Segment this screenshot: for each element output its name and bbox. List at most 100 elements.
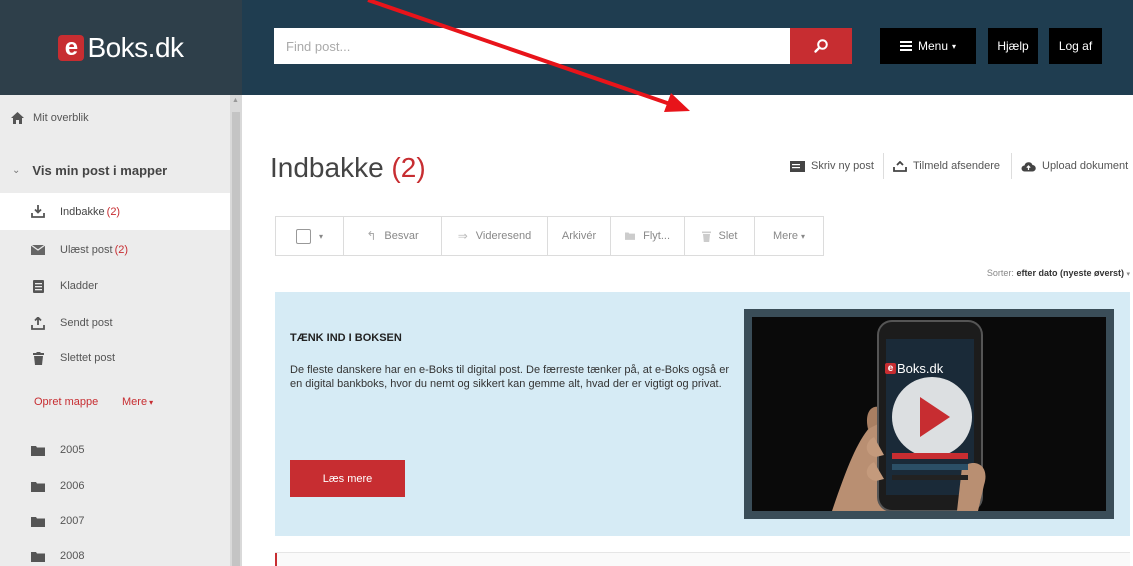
logout-button[interactable]: Log af (1049, 28, 1102, 64)
subscribe-label: Tilmeld afsendere (913, 160, 1001, 172)
folder-item[interactable]: 2007 (0, 511, 230, 531)
reply-button[interactable]: ↰ Besvar (344, 217, 442, 255)
video-frame[interactable]: e Boks.dk (752, 317, 1106, 511)
sidebar-item-sent[interactable]: Sendt post (0, 311, 230, 335)
folder-item[interactable]: 2006 (0, 476, 230, 496)
video-logo-e: e (885, 363, 896, 374)
message-list-item[interactable] (275, 552, 1130, 566)
move-label: Flyt... (643, 230, 670, 242)
sidebar-item-unread[interactable]: Ulæst post (2) (0, 238, 230, 262)
write-new-post-link[interactable]: Skriv ny post (790, 160, 874, 172)
cloud-upload-icon (1021, 161, 1036, 171)
search-icon (814, 39, 828, 53)
compose-icon (790, 160, 805, 172)
folder-item[interactable]: 2008 (0, 546, 230, 566)
logo-e-mark: e (58, 34, 85, 61)
search-input[interactable] (274, 28, 790, 64)
hamburger-icon (899, 41, 912, 51)
sidebar-item-label: Slettet post (60, 352, 116, 364)
logout-label: Log af (1058, 39, 1093, 53)
upload-label: Upload dokument (1042, 160, 1129, 172)
sort-label: Sorter: (986, 268, 1014, 278)
sort-dropdown[interactable]: Sorter: efter dato (nyeste øverst) ▾ (900, 268, 1130, 278)
folder-label: 2008 (60, 550, 85, 562)
forward-arrow-icon: ⇒ (457, 229, 468, 243)
create-folder-link[interactable]: Opret mappe (34, 396, 98, 408)
banner-text: De fleste danskere har en e-Boks til dig… (290, 364, 729, 390)
delete-button[interactable]: Slet (685, 217, 755, 255)
more-label: Mere (772, 230, 799, 242)
unread-marker (275, 553, 277, 566)
search-button[interactable] (790, 28, 852, 64)
folder-label: 2006 (60, 480, 85, 492)
logo-area[interactable]: e Boks.dk (0, 0, 242, 95)
folder-icon (30, 445, 46, 456)
caret-down-icon: ▾ (801, 231, 806, 241)
create-folder-label: Opret mappe (34, 396, 99, 408)
scroll-up-arrow-icon[interactable]: ▲ (232, 97, 239, 104)
sidebar-item-label: Mit overblik (33, 112, 89, 124)
page-title-text: Indbakke (270, 152, 384, 183)
reply-label: Besvar (384, 230, 419, 242)
unread-count: (2) (106, 205, 121, 218)
forward-button[interactable]: ⇒ Videresend (442, 217, 548, 255)
sidebar-item-label: Indbakke (60, 205, 105, 218)
trash-icon (701, 231, 711, 242)
tray-icon (893, 160, 907, 172)
upload-tray-icon (30, 316, 46, 330)
menu-button[interactable]: Menu ▾ (880, 28, 976, 64)
caret-down-icon: ▾ (318, 231, 323, 241)
sort-value: efter dato (nyeste øverst) (1016, 268, 1124, 278)
delete-label: Slet (718, 230, 738, 242)
unread-count: (2) (114, 244, 129, 256)
reply-icon: ↰ (366, 229, 377, 243)
eboks-logo[interactable]: e Boks.dk (58, 31, 184, 64)
folder-item[interactable]: 2005 (0, 440, 230, 460)
more-folders-link[interactable]: Mere ▾ (122, 396, 153, 408)
video-thumbnail-image (752, 317, 1106, 511)
message-toolbar: ▾ ↰ Besvar ⇒ Videresend Arkivér Flyt... … (275, 216, 824, 256)
folder-icon (30, 516, 46, 527)
sidebar-item-overview[interactable]: Mit overblik (0, 108, 230, 128)
move-button[interactable]: Flyt... (611, 217, 685, 255)
logo-text: Boks.dk (87, 31, 184, 63)
help-label: Hjælp (997, 39, 1029, 53)
divider (883, 153, 884, 179)
select-all-dropdown[interactable]: ▾ (276, 217, 344, 255)
archive-label: Arkivér (561, 230, 597, 242)
select-all-checkbox[interactable] (295, 228, 311, 244)
more-label: Mere (122, 396, 148, 408)
subscribe-senders-link[interactable]: Tilmeld afsendere (893, 160, 1000, 172)
folder-move-icon (625, 232, 636, 240)
sidebar-scroll-thumb[interactable] (232, 112, 240, 566)
sidebar-item-deleted[interactable]: Slettet post (0, 346, 230, 370)
home-icon (9, 112, 25, 124)
caret-down-icon: ▾ (149, 398, 154, 407)
folder-icon (30, 551, 46, 562)
caret-down-icon: ▾ (1126, 271, 1130, 278)
chevron-down-icon: ⌄ (12, 164, 21, 176)
document-icon (30, 279, 46, 293)
sidebar-item-label: Ulæst post (60, 244, 113, 256)
envelope-icon (30, 245, 46, 255)
folder-label: 2007 (60, 515, 85, 527)
sidebar-section-label: Vis min post i mapper (32, 162, 168, 178)
divider (1011, 153, 1012, 179)
trash-icon (30, 351, 46, 365)
forward-label: Videresend (475, 230, 532, 242)
sidebar-item-inbox[interactable]: Indbakke (2) (0, 193, 230, 230)
read-more-button[interactable]: Læs mere (290, 460, 405, 497)
sidebar-item-drafts[interactable]: Kladder (0, 274, 230, 298)
video-phone-logo: e Boks.dk (885, 361, 943, 376)
more-actions-dropdown[interactable]: Mere ▾ (755, 217, 823, 255)
page-title-count: (2) (391, 152, 426, 183)
write-label: Skriv ny post (811, 160, 874, 172)
help-button[interactable]: Hjælp (988, 28, 1038, 64)
folder-label: 2005 (60, 444, 85, 456)
sidebar-section-folders[interactable]: ⌄ Vis min post i mapper (0, 158, 230, 182)
upload-document-link[interactable]: Upload dokument (1021, 160, 1128, 172)
inbox-download-icon (30, 205, 46, 218)
archive-button[interactable]: Arkivér (548, 217, 611, 255)
sidebar-item-label: Sendt post (60, 317, 113, 329)
caret-down-icon: ▾ (952, 41, 957, 51)
